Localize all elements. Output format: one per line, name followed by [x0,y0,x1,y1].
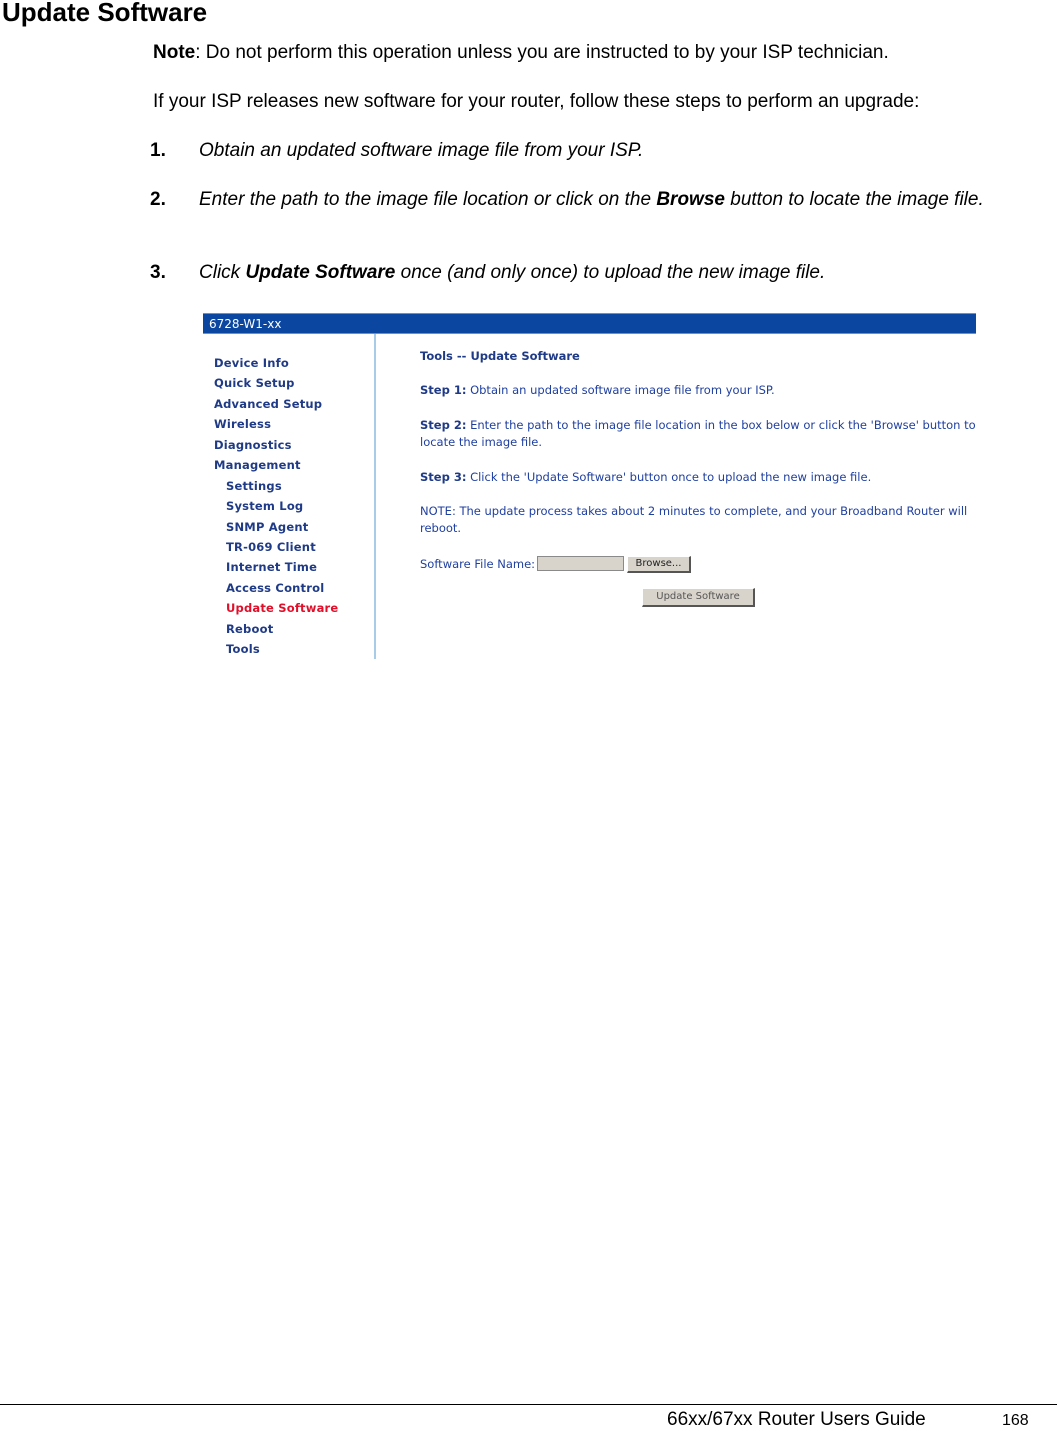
nav-item-diagnostics[interactable]: Diagnostics [214,438,292,452]
step-text-part: Enter the path to the image file locatio… [199,189,657,210]
update-software-button[interactable]: Update Software [642,588,755,607]
router-page-heading: Tools -- Update Software [420,349,580,363]
sidebar-divider [374,334,376,659]
router-step-1: Step 1: Obtain an updated software image… [420,382,775,399]
router-step-3: Step 3: Click the 'Update Software' butt… [420,469,871,486]
note-text: : Do not perform this operation unless y… [195,42,889,63]
nav-item-device-info[interactable]: Device Info [214,356,289,370]
note-paragraph: Note: Do not perform this operation unle… [153,41,889,65]
nav-item-advanced-setup[interactable]: Advanced Setup [214,397,322,411]
nav-item-tools[interactable]: Tools [226,642,260,656]
step-number: 1. [150,140,166,161]
nav-item-update-software[interactable]: Update Software [226,601,338,615]
step-description: Click the 'Update Software' button once … [466,470,872,484]
step-label: Step 3: [420,470,467,484]
intro-paragraph: If your ISP releases new software for yo… [153,91,920,112]
nav-item-settings[interactable]: Settings [226,479,282,493]
nav-item-wireless[interactable]: Wireless [214,417,271,431]
software-file-name-input[interactable] [537,556,624,571]
nav-item-access-control[interactable]: Access Control [226,581,324,595]
step-description: Obtain an updated software image file fr… [466,383,775,397]
page-title: Update Software [2,0,208,27]
step-text: Obtain an updated software image file fr… [199,140,644,161]
step-text: Enter the path to the image file locatio… [199,188,1029,212]
browse-button[interactable]: Browse... [627,556,691,573]
note-label: Note [153,42,196,63]
step-number: 2. [150,189,166,210]
nav-item-tr069-client[interactable]: TR-069 Client [226,540,316,554]
nav-item-management[interactable]: Management [214,458,301,472]
step-label: Step 2: [420,418,467,432]
nav-item-internet-time[interactable]: Internet Time [226,560,317,574]
nav-item-system-log[interactable]: System Log [226,499,303,513]
step-bold-term: Browse [656,189,725,210]
router-step-2-cont: locate the image file. [420,435,543,449]
footer-guide-title: 66xx/67xx Router Users Guide [667,1409,926,1430]
step-text-part: once (and only once) to upload the new i… [395,262,826,283]
nav-item-reboot[interactable]: Reboot [226,622,273,636]
software-file-name-label: Software File Name: [420,557,536,571]
router-step-2: Step 2: Enter the path to the image file… [420,417,976,434]
router-model-title: 6728-W1-xx [209,317,282,331]
step-label: Step 1: [420,383,467,397]
step-bold-term: Update Software [245,262,396,283]
step-text-part: Click [199,262,246,283]
nav-item-snmp-agent[interactable]: SNMP Agent [226,520,308,534]
router-note-line: NOTE: The update process takes about 2 m… [420,504,968,518]
step-text: Click Update Software once (and only onc… [199,261,1029,285]
nav-item-quick-setup[interactable]: Quick Setup [214,376,295,390]
step-text-part: button to locate the image file. [724,189,984,210]
router-ui-screenshot: 6728-W1-xx Device Info Quick Setup Advan… [203,313,976,663]
footer-divider [0,1404,1057,1405]
router-header-bar: 6728-W1-xx [203,313,976,334]
router-note-line: reboot. [420,521,462,535]
footer-page-number: 168 [1002,1412,1029,1429]
step-description: Enter the path to the image file locatio… [466,418,976,432]
step-number: 3. [150,262,166,283]
